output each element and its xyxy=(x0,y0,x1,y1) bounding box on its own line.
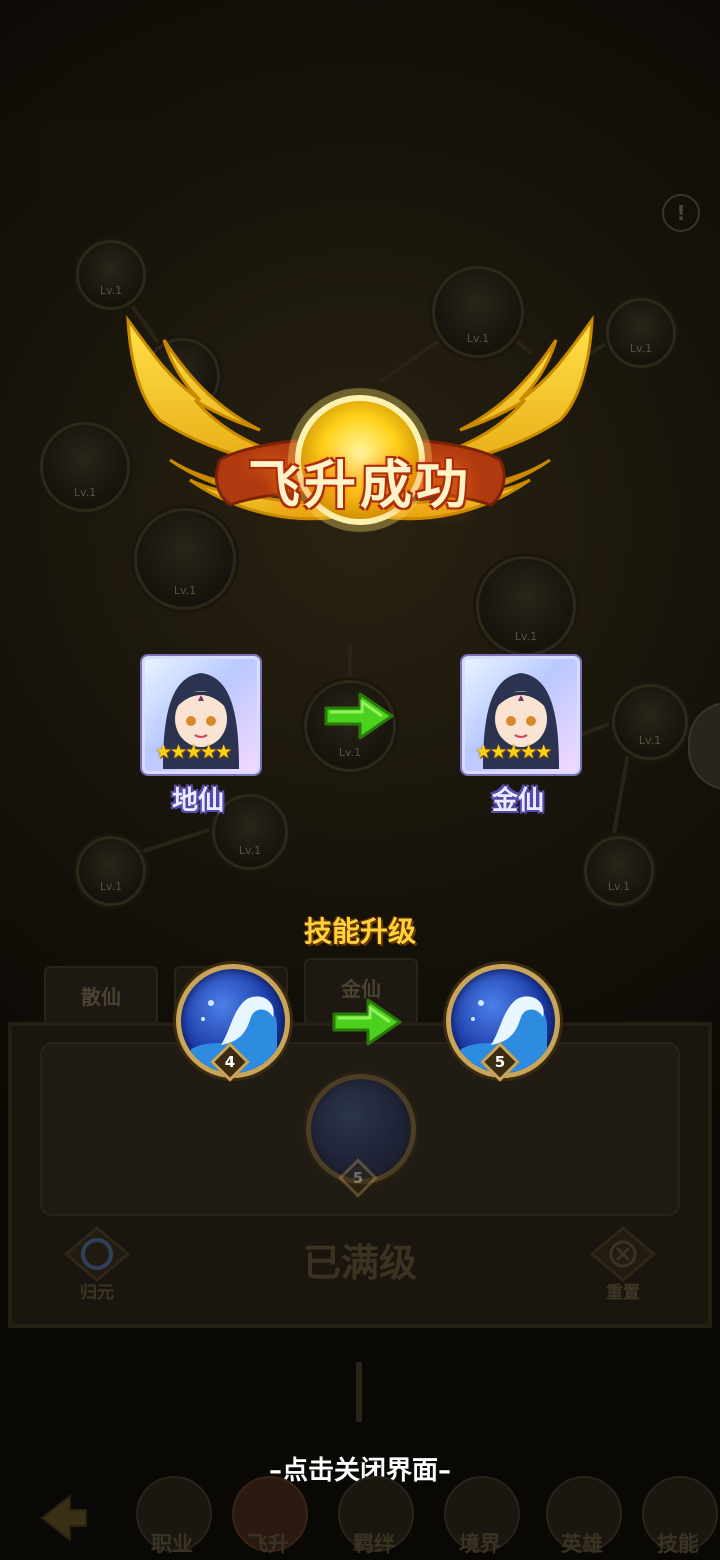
rank-before-label: 地仙 xyxy=(171,786,224,816)
panel-pin xyxy=(356,1362,362,1422)
guiyuan-icon xyxy=(63,1226,131,1282)
tree-node: Lv.1 xyxy=(76,836,146,906)
ascension-success-title: 飞升成功 xyxy=(247,454,472,516)
tree-node: Lv.1 xyxy=(584,836,654,906)
alert-icon: ! xyxy=(662,194,700,232)
nav-item-class[interactable]: 职业 xyxy=(130,1476,214,1560)
tab-sanxian[interactable]: 散仙 xyxy=(44,966,158,1024)
skill-upgrade-title: 技能升级 xyxy=(303,915,416,948)
tree-node: Lv.1 xyxy=(612,684,688,760)
nav-item-realm[interactable]: 境界 xyxy=(438,1476,522,1560)
tree-node: Lv.1 xyxy=(76,240,146,310)
nav-item-ascend[interactable]: 飞升 xyxy=(226,1476,310,1560)
nav-item-bond[interactable]: 羁绊 xyxy=(332,1476,416,1560)
background-logo xyxy=(38,120,168,190)
rank-after-label: 金仙 xyxy=(491,786,544,816)
reset-icon xyxy=(589,1226,657,1282)
hero-card-before: ★★★★★ xyxy=(142,656,260,774)
reset-button[interactable]: 重置 xyxy=(588,1226,658,1303)
back-arrow-icon[interactable] xyxy=(30,1488,90,1548)
hero-stars: ★★★★★ xyxy=(155,741,232,763)
nav-item-skill[interactable]: 技能 xyxy=(636,1476,720,1560)
nav-item-hero[interactable]: 英雄 xyxy=(540,1476,624,1560)
guiyuan-button[interactable]: 归元 xyxy=(62,1226,132,1303)
hero-stars: ★★★★★ xyxy=(475,741,552,763)
tree-node: Lv.1 xyxy=(476,556,576,656)
rank-arrow-icon xyxy=(324,692,394,740)
skill-arrow-icon xyxy=(332,998,402,1046)
hero-card-after: ★★★★★ xyxy=(462,656,580,774)
